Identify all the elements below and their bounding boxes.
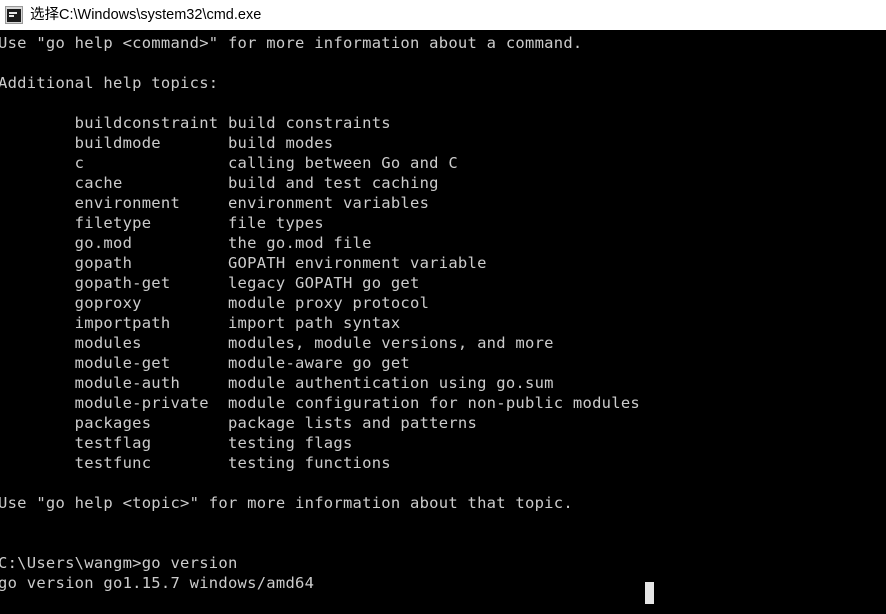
window-title: 选择C:\Windows\system32\cmd.exe [30,7,262,23]
console-icon-prompt-glyph [9,12,14,14]
terminal-output-text: Use "go help <command>" for more informa… [0,34,640,592]
window-titlebar[interactable]: 选择C:\Windows\system32\cmd.exe [0,0,886,30]
terminal-screen[interactable]: Use "go help <command>" for more informa… [0,30,886,614]
console-icon-screen [7,9,21,22]
console-window-icon [5,6,23,24]
terminal-cursor [645,582,654,604]
